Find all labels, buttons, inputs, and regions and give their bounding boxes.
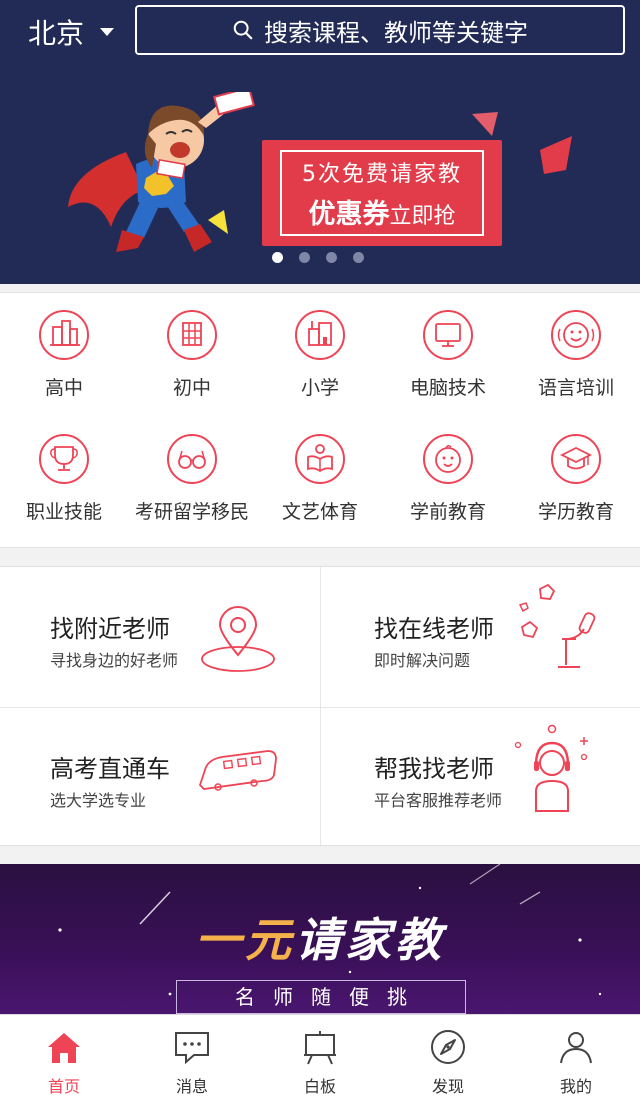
card-subtitle: 即时解决问题 — [374, 651, 471, 670]
category-preschool[interactable]: 学前教育 — [384, 417, 512, 535]
category-language[interactable]: 语言培训 — [512, 293, 640, 411]
carousel-indicators — [272, 252, 364, 263]
promo-banner[interactable]: 一元请家教 名师随便挑 — [0, 864, 640, 1014]
coupon-frame: 5次免费请家教 优惠券立即抢 — [280, 150, 484, 236]
category-label: 初中 — [172, 377, 211, 399]
high-school-building-icon — [39, 310, 89, 360]
category-high-school[interactable]: 高中 — [0, 293, 128, 411]
category-label: 文艺体育 — [281, 501, 358, 523]
tab-home[interactable]: 首页 — [0, 1015, 128, 1097]
card-subtitle: 寻找身边的好老师 — [50, 651, 179, 670]
coupon-line2-bold: 优惠券 — [308, 198, 390, 230]
message-icon — [175, 1032, 209, 1065]
card-title: 帮我找老师 — [374, 755, 494, 783]
smiley-speech-icon — [551, 310, 601, 360]
carousel-dot-4[interactable] — [353, 252, 364, 263]
search-icon — [233, 20, 253, 40]
find-online-teacher-card[interactable]: 找在线老师 即时解决问题 — [320, 567, 640, 707]
tab-whiteboard[interactable]: 白板 — [256, 1015, 384, 1097]
category-study-abroad[interactable]: 考研留学移民 — [128, 417, 256, 535]
coupon-ticket: 5次免费请家教 优惠券立即抢 — [262, 140, 502, 246]
coupon-line1: 5次免费请家教 — [302, 161, 462, 187]
trophy-icon — [39, 434, 89, 484]
computer-monitor-icon — [423, 310, 473, 360]
card-title: 高考直通车 — [50, 755, 170, 783]
tab-label: 发现 — [431, 1077, 464, 1096]
carousel-dot-2[interactable] — [299, 252, 310, 263]
gaokao-express-card[interactable]: 高考直通车 选大学选专业 — [0, 707, 320, 847]
bottom-tab-bar: 首页 消息 白板 发现 我的 — [0, 1014, 640, 1097]
coupon-line2-small: 立即抢 — [389, 203, 456, 229]
category-vocational[interactable]: 职业技能 — [0, 417, 128, 535]
tab-messages[interactable]: 消息 — [128, 1015, 256, 1097]
middle-school-building-icon — [167, 310, 217, 360]
search-box[interactable]: 搜索课程、教师等关键字 — [135, 5, 625, 55]
carousel-dot-3[interactable] — [326, 252, 337, 263]
microscope-icon — [518, 583, 596, 668]
card-subtitle: 选大学选专业 — [50, 791, 147, 810]
whiteboard-icon — [304, 1031, 336, 1065]
location-pin-icon — [201, 606, 275, 672]
category-degree[interactable]: 学历教育 — [512, 417, 640, 535]
category-middle-school[interactable]: 初中 — [128, 293, 256, 411]
category-primary-school[interactable]: 小学 — [256, 293, 384, 411]
home-icon — [48, 1033, 80, 1063]
find-nearby-teacher-card[interactable]: 找附近老师 寻找身边的好老师 — [0, 567, 320, 707]
card-title: 找在线老师 — [374, 615, 494, 643]
headset-agent-icon — [514, 724, 588, 812]
glasses-icon — [167, 434, 217, 484]
train-icon — [198, 750, 277, 791]
tab-label: 首页 — [47, 1077, 80, 1096]
search-placeholder: 搜索课程、教师等关键字 — [264, 18, 528, 47]
primary-school-building-icon — [295, 310, 345, 360]
promo-tagline: 名师随便挑 — [176, 980, 466, 1014]
tab-label: 我的 — [559, 1077, 592, 1096]
category-computer[interactable]: 电脑技术 — [384, 293, 512, 411]
carousel-dot-1[interactable] — [272, 252, 283, 263]
compass-icon — [431, 1030, 465, 1064]
baby-face-icon — [423, 434, 473, 484]
tab-profile[interactable]: 我的 — [512, 1015, 640, 1097]
category-label: 语言培训 — [537, 377, 614, 399]
category-grid: 高中 初中 小学 电脑技术 语言培训 职业技能 考研留学移民 文艺体育 学前教育… — [0, 292, 640, 548]
tab-label: 白板 — [303, 1077, 336, 1096]
category-label: 学历教育 — [537, 501, 614, 523]
promo-headline-part2: 请家教 — [295, 913, 445, 967]
graduation-cap-icon — [551, 434, 601, 484]
city-label: 北京 — [28, 17, 85, 50]
category-label: 学前教育 — [409, 501, 486, 523]
tab-label: 消息 — [175, 1077, 208, 1096]
category-label: 电脑技术 — [409, 377, 486, 399]
category-label: 高中 — [44, 377, 83, 399]
category-label: 职业技能 — [25, 501, 102, 523]
category-arts-sports[interactable]: 文艺体育 — [256, 417, 384, 535]
tab-discover[interactable]: 发现 — [384, 1015, 512, 1097]
category-label: 小学 — [300, 377, 339, 399]
card-title: 找附近老师 — [50, 615, 170, 643]
help-find-teacher-card[interactable]: 帮我找老师 平台客服推荐老师 — [320, 707, 640, 847]
person-book-icon — [295, 434, 345, 484]
top-bar: 北京 搜索课程、教师等关键字 — [0, 0, 640, 62]
user-icon — [560, 1032, 592, 1064]
promo-headline: 一元请家教 — [0, 904, 640, 970]
caret-down-icon — [100, 28, 115, 36]
city-selector[interactable]: 北京 — [28, 12, 115, 52]
banner-slide[interactable]: 5次免费请家教 优惠券立即抢 — [0, 70, 640, 270]
top-banner: 北京 搜索课程、教师等关键字 5次免费请家教 优惠券立即抢 — [0, 0, 640, 284]
promo-headline-part1: 一元 — [195, 913, 295, 967]
category-label: 考研留学移民 — [134, 501, 249, 523]
coupon-line2: 优惠券立即抢 — [308, 192, 455, 231]
card-subtitle: 平台客服推荐老师 — [374, 791, 503, 810]
find-teacher-panel: 找附近老师 寻找身边的好老师 找在线老师 即时解决问题 高考直通车 选大学选专业… — [0, 566, 640, 847]
